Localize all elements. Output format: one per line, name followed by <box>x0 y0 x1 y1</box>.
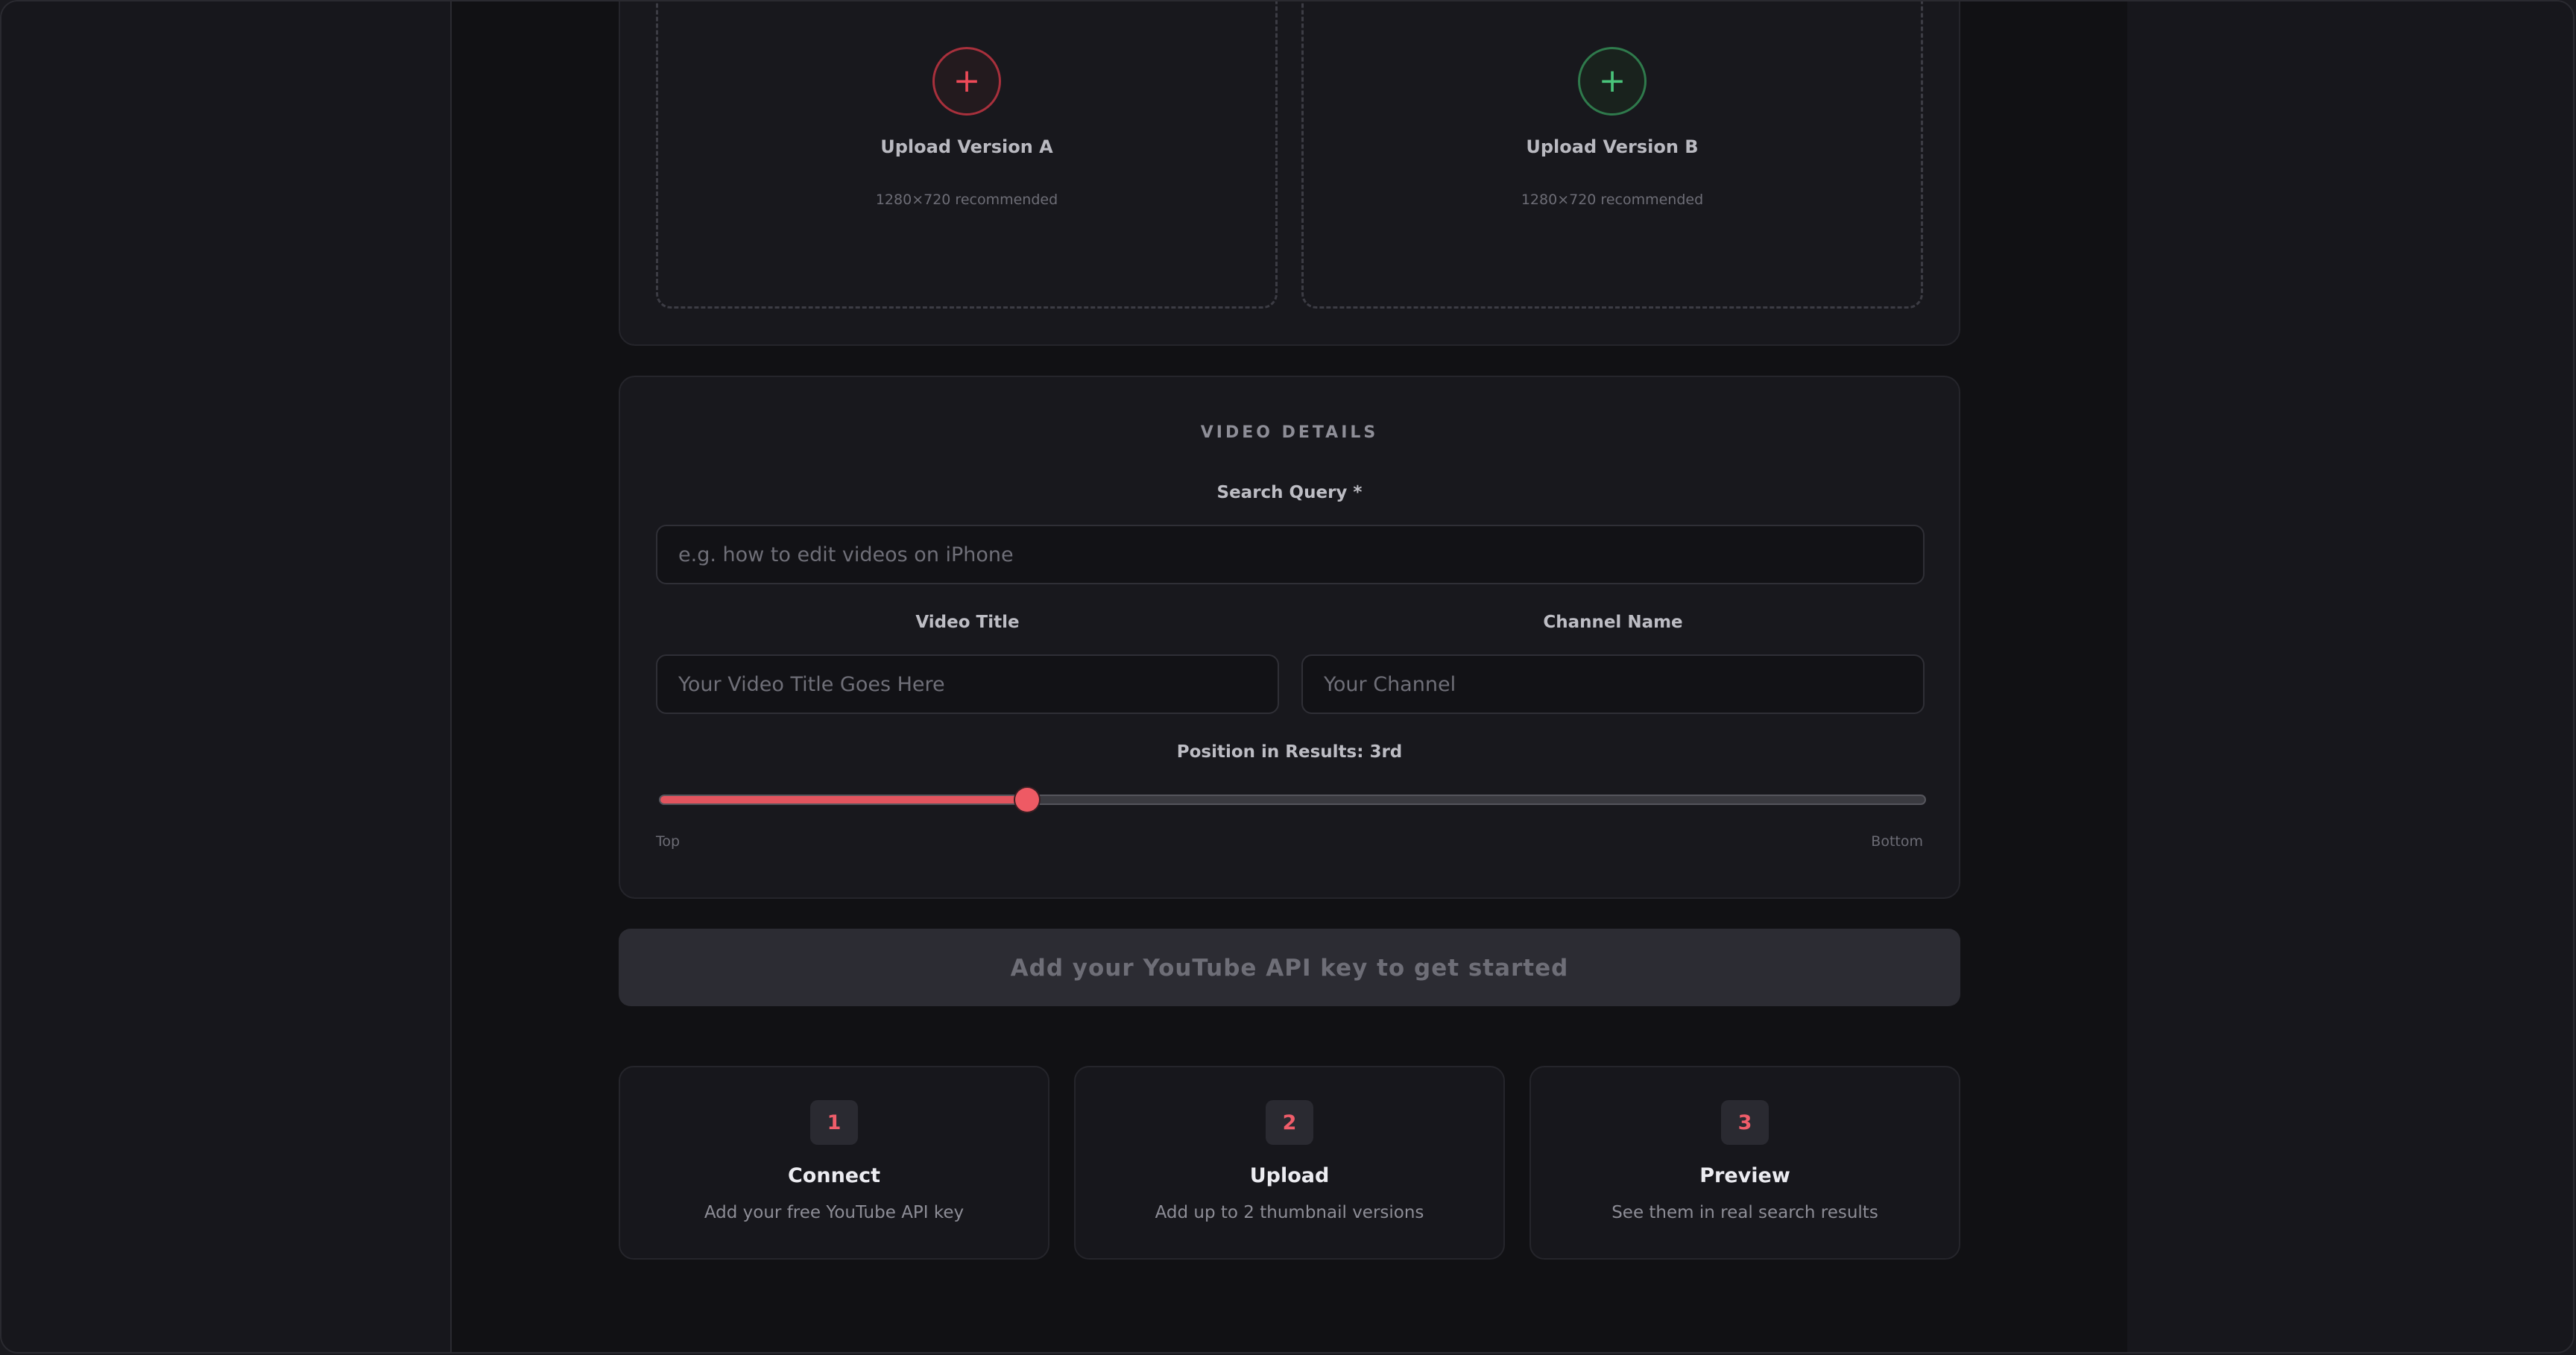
upload-version-b-hint: 1280×720 recommended <box>1521 192 1704 208</box>
slider-max-label: Bottom <box>1871 833 1923 850</box>
slider-min-label: Top <box>656 833 681 850</box>
video-details-panel: VIDEO DETAILS Search Query * Video Title… <box>619 376 1960 899</box>
position-slider-fill <box>660 796 1027 803</box>
app-window: + Upload Version A 1280×720 recommended … <box>0 0 2575 1354</box>
upload-panel: + Upload Version A 1280×720 recommended … <box>619 1 1960 346</box>
channel-name-label: Channel Name <box>1543 613 1683 632</box>
upload-version-b-title: Upload Version B <box>1526 136 1699 157</box>
step-number-badge: 2 <box>1266 1100 1313 1145</box>
upload-version-a-title: Upload Version A <box>880 136 1053 157</box>
search-query-input[interactable] <box>656 525 1925 584</box>
plus-icon[interactable]: + <box>932 47 1001 116</box>
step-number-badge: 1 <box>810 1100 858 1145</box>
right-gutter <box>2123 1 2573 1352</box>
upload-version-a-hint: 1280×720 recommended <box>875 192 1058 208</box>
position-slider[interactable] <box>659 788 1926 812</box>
upload-version-a-dropzone[interactable]: + Upload Version A 1280×720 recommended <box>656 1 1278 309</box>
left-gutter <box>1 1 452 1352</box>
step-description: Add your free YouTube API key <box>704 1203 965 1222</box>
channel-name-input[interactable] <box>1301 654 1925 714</box>
step-title: Connect <box>787 1164 881 1187</box>
step-card-upload: 2 Upload Add up to 2 thumbnail versions <box>1074 1066 1505 1260</box>
video-title-input[interactable] <box>656 654 1279 714</box>
position-slider-thumb[interactable] <box>1014 788 1039 812</box>
step-description: Add up to 2 thumbnail versions <box>1155 1203 1424 1222</box>
get-started-button[interactable]: Add your YouTube API key to get started <box>619 929 1960 1006</box>
step-description: See them in real search results <box>1611 1203 1878 1222</box>
step-title: Preview <box>1699 1164 1790 1187</box>
step-title: Upload <box>1249 1164 1330 1187</box>
position-label: Position in Results: 3rd <box>1176 742 1403 762</box>
section-title: VIDEO DETAILS <box>1200 423 1379 442</box>
plus-icon[interactable]: + <box>1578 47 1647 116</box>
step-card-connect: 1 Connect Add your free YouTube API key <box>619 1066 1049 1260</box>
upload-version-b-dropzone[interactable]: + Upload Version B 1280×720 recommended <box>1301 1 1923 309</box>
video-title-label: Video Title <box>915 613 1020 632</box>
step-number-badge: 3 <box>1721 1100 1769 1145</box>
search-query-label: Search Query * <box>1216 483 1363 502</box>
step-card-preview: 3 Preview See them in real search result… <box>1530 1066 1960 1260</box>
